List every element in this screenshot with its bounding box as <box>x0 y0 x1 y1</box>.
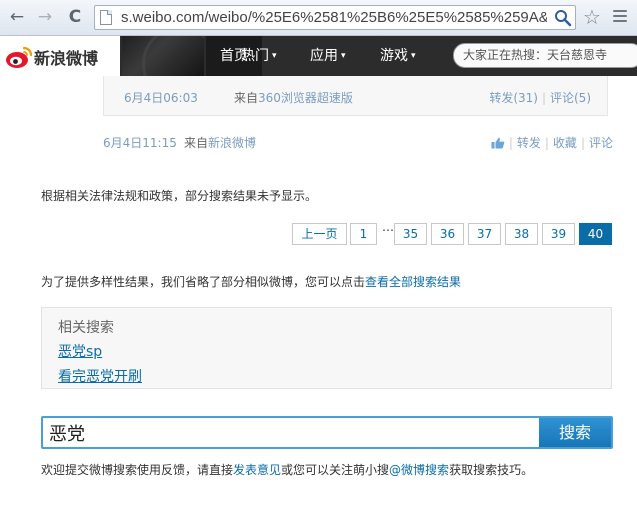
related-searches-title: 相关搜索 <box>58 320 114 336</box>
bookmark-star-icon[interactable]: ☆ <box>580 5 604 29</box>
address-bar[interactable]: s.weibo.com/weibo/%25E6%2581%25B6%25E5%2… <box>94 5 576 30</box>
page-icon <box>100 10 112 25</box>
feedback-line: 欢迎提交微博搜索使用反馈，请直接发表意见或您可以关注萌小搜@微博搜索获取搜索技巧… <box>41 461 533 478</box>
weibo-topbar: 新浪微博 首页 热门 ▾ 应用 ▾ 游戏 ▾ 大家正在热搜：天台慈恩寺 <box>0 36 637 76</box>
retweet-source: 来自360浏览器超速版 <box>234 89 353 106</box>
forward-arrow-icon[interactable]: → <box>34 6 56 28</box>
browser-toolbar: ← → C s.weibo.com/weibo/%25E6%2581%25B6%… <box>0 0 637 36</box>
page-button-36[interactable]: 36 <box>431 223 464 245</box>
search-button[interactable]: 搜索 <box>539 418 611 447</box>
weibo-search-account-link[interactable]: @微博搜索 <box>389 463 449 477</box>
retweet-source-prefix: 来自 <box>234 91 259 105</box>
omitted-results-notice: 为了提供多样性结果，我们省略了部分相似微博，您可以点击查看全部搜索结果 <box>41 273 461 290</box>
page-button-40-current[interactable]: 40 <box>579 223 612 245</box>
pager-ellipsis: … <box>382 220 394 234</box>
post-source-prefix: 来自 <box>184 136 209 150</box>
post-source-link[interactable]: 新浪微博 <box>208 136 256 150</box>
related-searches: 相关搜索 恶党sp 看完恶党开刷 <box>41 307 612 389</box>
logo-text: 新浪微博 <box>34 49 99 68</box>
prev-page-button[interactable]: 上一页 <box>292 223 347 245</box>
retweeted-post-footer: 6月4日06:03 来自360浏览器超速版 转发(31) | 评论(5) <box>103 76 608 116</box>
nav-hot-label: 热门 <box>241 48 269 64</box>
post-actions: | 转发 | 收藏 | 评论 <box>491 134 613 151</box>
search-input[interactable] <box>43 418 539 447</box>
post-source: 来自新浪微博 <box>184 134 256 151</box>
divider: | <box>544 136 549 150</box>
chevron-down-icon: ▾ <box>272 51 277 61</box>
divider: | <box>580 136 585 150</box>
hot-search-input[interactable]: 大家正在热搜：天台慈恩寺 <box>453 43 637 68</box>
url-text[interactable]: s.weibo.com/weibo/%25E6%2581%25B6%25E5%2… <box>121 9 547 26</box>
chevron-down-icon: ▾ <box>411 51 416 61</box>
page-button-1[interactable]: 1 <box>350 223 377 245</box>
thumbs-up-icon[interactable] <box>491 137 505 149</box>
search-form: 搜索 <box>41 416 613 449</box>
page-button-35[interactable]: 35 <box>394 223 427 245</box>
retweet-comment-link[interactable]: 评论(5) <box>550 91 591 105</box>
weibo-eye-icon <box>6 46 33 68</box>
related-search-link[interactable]: 看完恶党开刷 <box>58 366 142 386</box>
omitted-text: 为了提供多样性结果，我们省略了部分相似微博，您可以点击 <box>41 275 366 289</box>
chevron-down-icon: ▾ <box>341 51 346 61</box>
view-all-results-link[interactable]: 查看全部搜索结果 <box>365 275 461 289</box>
related-search-link[interactable]: 恶党sp <box>58 341 102 361</box>
post-time-link[interactable]: 6月4日11:15 <box>103 134 177 151</box>
zoom-magnifier-icon[interactable] <box>554 9 572 27</box>
divider: | <box>508 136 513 150</box>
nav-game[interactable]: 游戏 ▾ <box>380 36 416 76</box>
reload-icon[interactable]: C <box>64 6 86 28</box>
feedback-text: 或您可以关注萌小搜 <box>281 463 390 477</box>
page-button-39[interactable]: 39 <box>542 223 575 245</box>
weibo-logo[interactable]: 新浪微博 <box>0 36 120 76</box>
page-button-37[interactable]: 37 <box>468 223 501 245</box>
feedback-text: 获取搜索技巧。 <box>449 463 534 477</box>
page-button-38[interactable]: 38 <box>505 223 538 245</box>
search-results: 6月4日06:03 来自360浏览器超速版 转发(31) | 评论(5) 6月4日1… <box>0 76 637 517</box>
retweet-actions: 转发(31) | 评论(5) <box>489 89 591 106</box>
feedback-link[interactable]: 发表意见 <box>233 463 281 477</box>
nav-game-label: 游戏 <box>380 48 408 64</box>
post-footer: 6月4日11:15 来自新浪微博 | 转发 | 收藏 | 评论 <box>103 134 613 152</box>
nav-app-label: 应用 <box>310 48 338 64</box>
post-forward-link[interactable]: 转发 <box>517 136 541 150</box>
post-comment-link[interactable]: 评论 <box>589 136 613 150</box>
feedback-text: 欢迎提交微博搜索使用反馈，请直接 <box>41 463 234 477</box>
nav-app[interactable]: 应用 ▾ <box>310 36 346 76</box>
header-banner-image <box>122 36 204 76</box>
back-arrow-icon[interactable]: ← <box>6 6 28 28</box>
retweet-forward-link[interactable]: 转发(31) <box>489 91 538 105</box>
menu-wrench-icon[interactable] <box>609 7 631 27</box>
divider: | <box>541 91 546 105</box>
post-favorite-link[interactable]: 收藏 <box>553 136 577 150</box>
legal-notice: 根据相关法律法规和政策，部分搜索结果未予显示。 <box>41 189 318 203</box>
nav-hot[interactable]: 热门 ▾ <box>241 36 277 76</box>
retweet-source-link[interactable]: 360浏览器超速版 <box>258 91 353 105</box>
retweet-time-link[interactable]: 6月4日06:03 <box>124 89 198 106</box>
